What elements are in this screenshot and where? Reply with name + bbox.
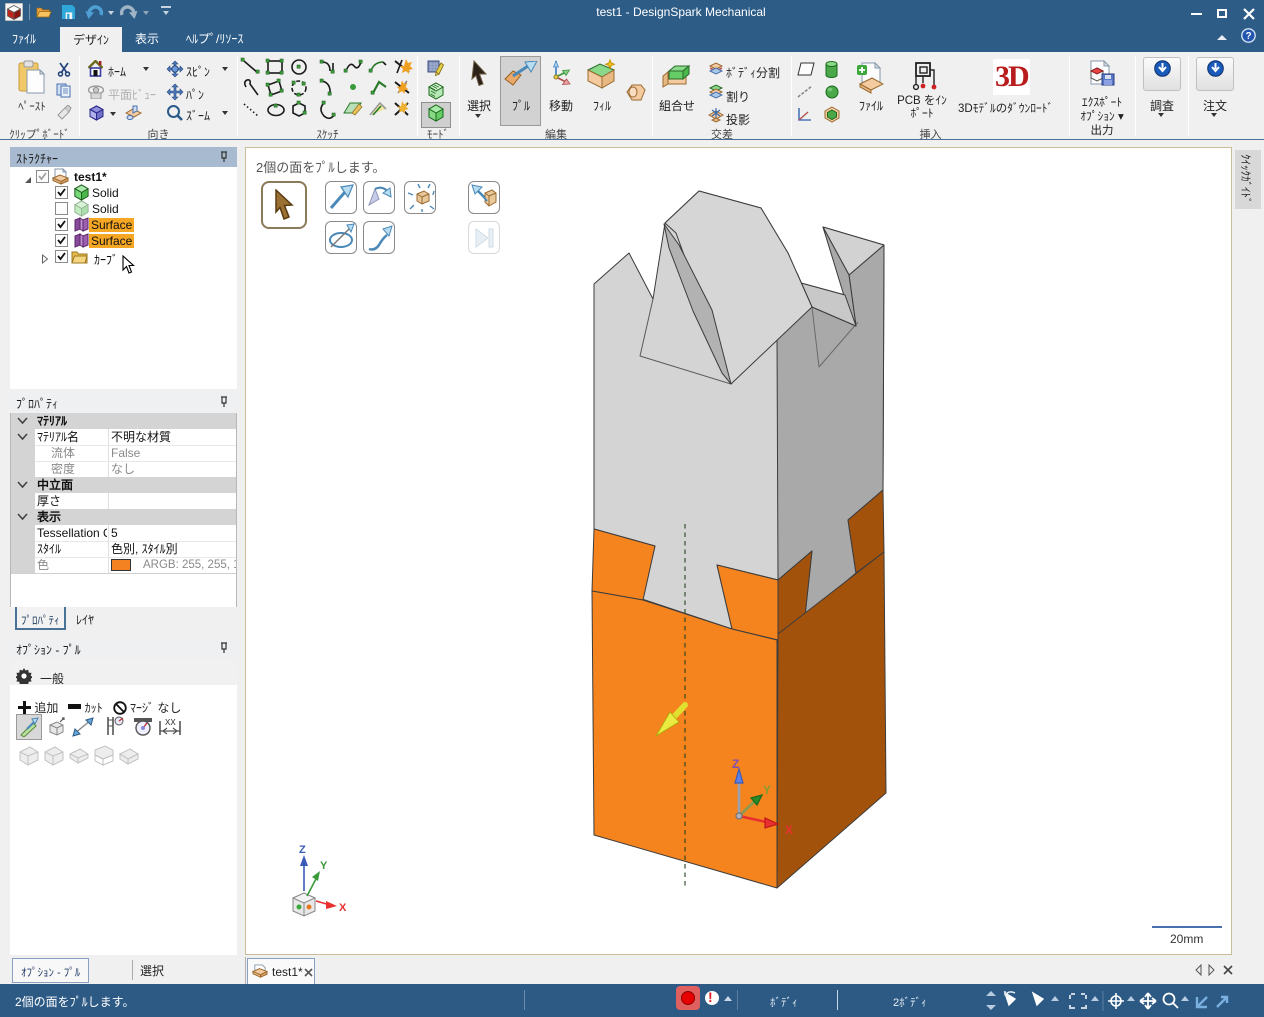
svg-text:X: X bbox=[339, 902, 347, 914]
svg-text:Z: Z bbox=[299, 844, 306, 856]
svg-text:20mm: 20mm bbox=[1170, 932, 1203, 946]
svg-text:Y: Y bbox=[763, 783, 771, 797]
svg-text:?: ? bbox=[1245, 31, 1251, 42]
svg-text:X: X bbox=[785, 823, 793, 837]
svg-text:XX: XX bbox=[165, 718, 176, 728]
svg-text:Z: Z bbox=[732, 757, 739, 771]
svg-text:Y: Y bbox=[320, 860, 328, 872]
